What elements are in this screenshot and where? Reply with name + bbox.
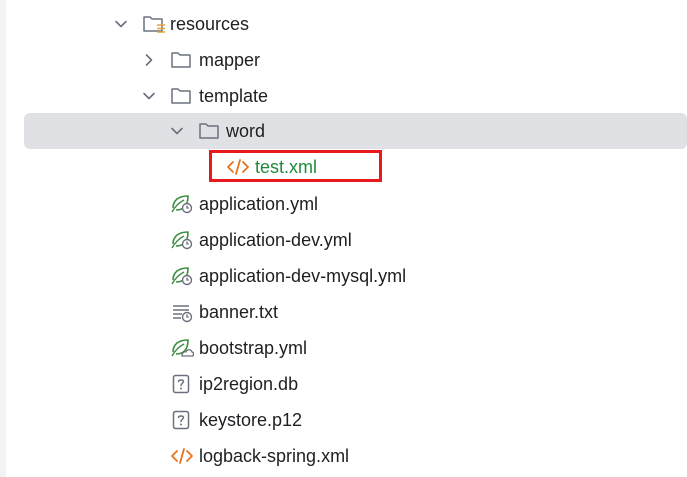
tree-node-mapper[interactable]: mapper	[0, 42, 687, 78]
tree-node-label: resources	[170, 13, 250, 34]
resources-folder-icon	[142, 6, 166, 42]
chevron-right-icon[interactable]	[142, 42, 156, 78]
tree-node-bootstrap-yml[interactable]: bootstrap.yml	[0, 330, 687, 366]
unknown-file-icon	[172, 366, 190, 402]
project-tree: resources mapper template word test.xml …	[0, 0, 687, 477]
folder-icon	[170, 78, 192, 114]
tree-node-application-dev-mysql-yml[interactable]: application-dev-mysql.yml	[0, 258, 687, 294]
tree-node-label: ip2region.db	[199, 373, 299, 394]
tree-node-template[interactable]: template	[0, 78, 687, 114]
selection-highlight	[24, 113, 687, 149]
tree-node-word[interactable]: word	[0, 113, 687, 149]
tree-node-label: application-dev-mysql.yml	[199, 265, 407, 286]
folder-icon	[170, 42, 192, 78]
tree-node-ip2region-db[interactable]: ip2region.db	[0, 366, 687, 402]
folder-icon	[198, 113, 220, 149]
spring-config-icon	[170, 186, 194, 222]
tree-node-label: banner.txt	[199, 301, 279, 322]
tree-node-application-yml[interactable]: application.yml	[0, 186, 687, 222]
tree-node-label: application-dev.yml	[199, 229, 352, 250]
tree-node-banner-txt[interactable]: banner.txt	[0, 294, 687, 330]
tree-node-label: bootstrap.yml	[199, 337, 308, 358]
chevron-down-icon[interactable]	[142, 78, 156, 114]
spring-bootstrap-icon	[170, 330, 194, 366]
unknown-file-icon	[172, 402, 190, 438]
tree-node-label: word	[226, 120, 266, 141]
tree-node-label: mapper	[199, 49, 261, 70]
chevron-down-icon[interactable]	[114, 6, 128, 42]
tree-node-logback-spring-xml[interactable]: logback-spring.xml	[0, 438, 687, 474]
tree-node-label: logback-spring.xml	[199, 445, 350, 466]
spring-config-icon	[170, 222, 194, 258]
text-file-icon	[170, 294, 194, 330]
red-highlight-box	[209, 150, 382, 182]
xml-file-icon	[170, 438, 194, 474]
tree-node-label: keystore.p12	[199, 409, 303, 430]
chevron-down-icon[interactable]	[170, 113, 184, 149]
tree-node-resources[interactable]: resources	[0, 6, 687, 42]
tree-node-label: application.yml	[199, 193, 319, 214]
tree-node-keystore-p12[interactable]: keystore.p12	[0, 402, 687, 438]
spring-config-icon	[170, 258, 194, 294]
tree-node-application-dev-yml[interactable]: application-dev.yml	[0, 222, 687, 258]
tree-node-label: template	[199, 85, 269, 106]
